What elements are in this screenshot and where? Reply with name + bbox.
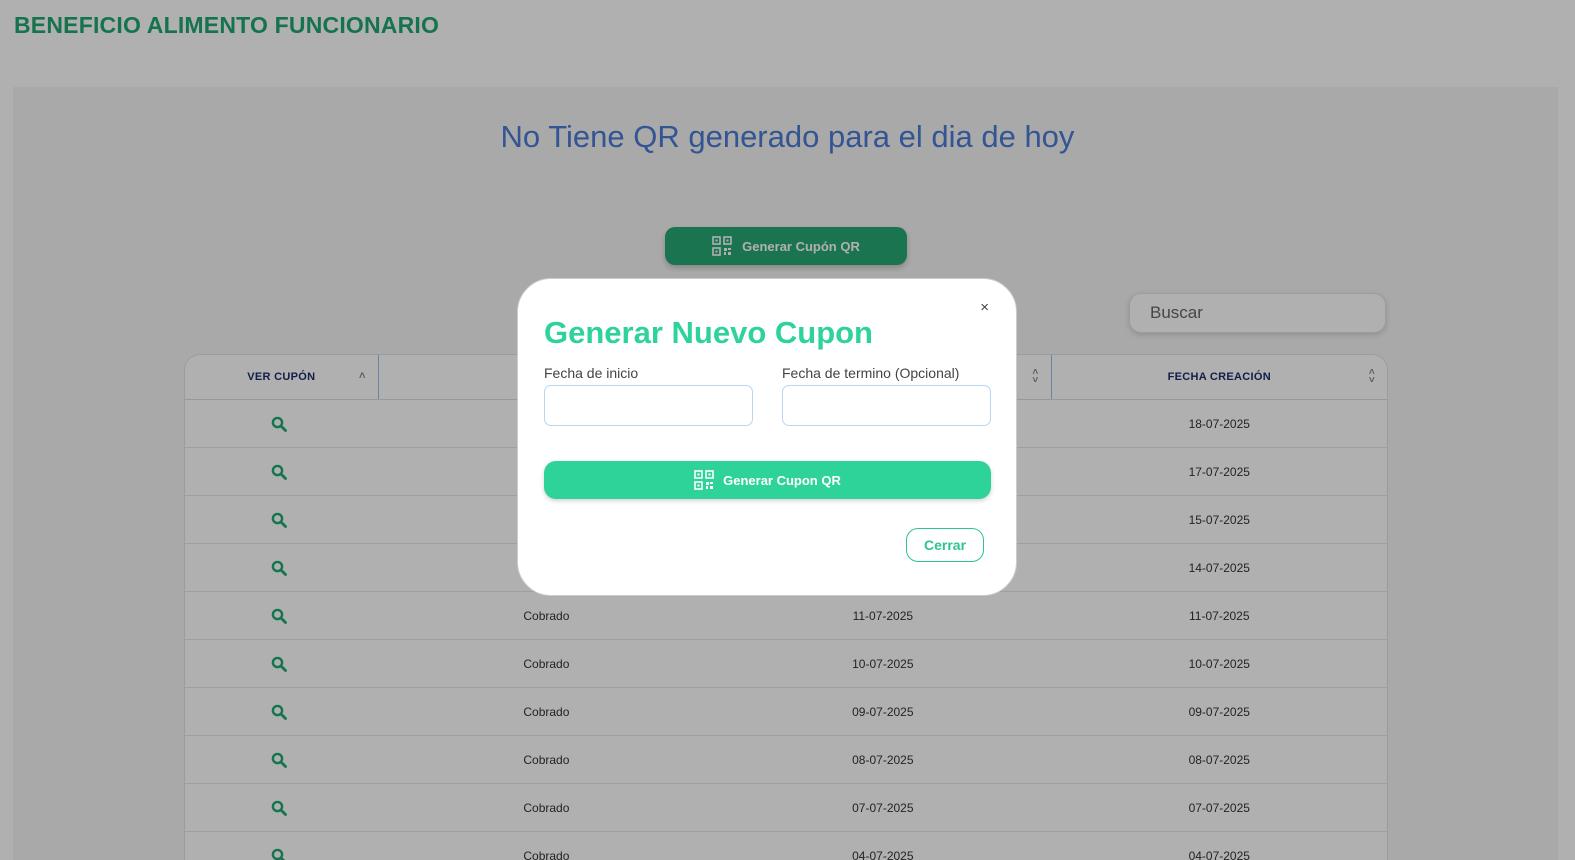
close-icon[interactable]: × <box>980 299 989 316</box>
new-coupon-modal: × Generar Nuevo Cupon Fecha de inicio Fe… <box>517 278 1017 596</box>
cerrar-button[interactable]: Cerrar <box>906 528 984 562</box>
qr-code-icon <box>694 470 714 490</box>
modal-title: Generar Nuevo Cupon <box>544 315 873 350</box>
modal-generate-qr-button[interactable]: Generar Cupon QR <box>544 461 991 499</box>
end-date-label: Fecha de termino (Opcional) <box>782 365 960 381</box>
end-date-input[interactable] <box>782 385 991 426</box>
start-date-input[interactable] <box>544 385 753 426</box>
modal-generate-label: Generar Cupon QR <box>723 472 841 488</box>
start-date-label: Fecha de inicio <box>544 365 639 381</box>
